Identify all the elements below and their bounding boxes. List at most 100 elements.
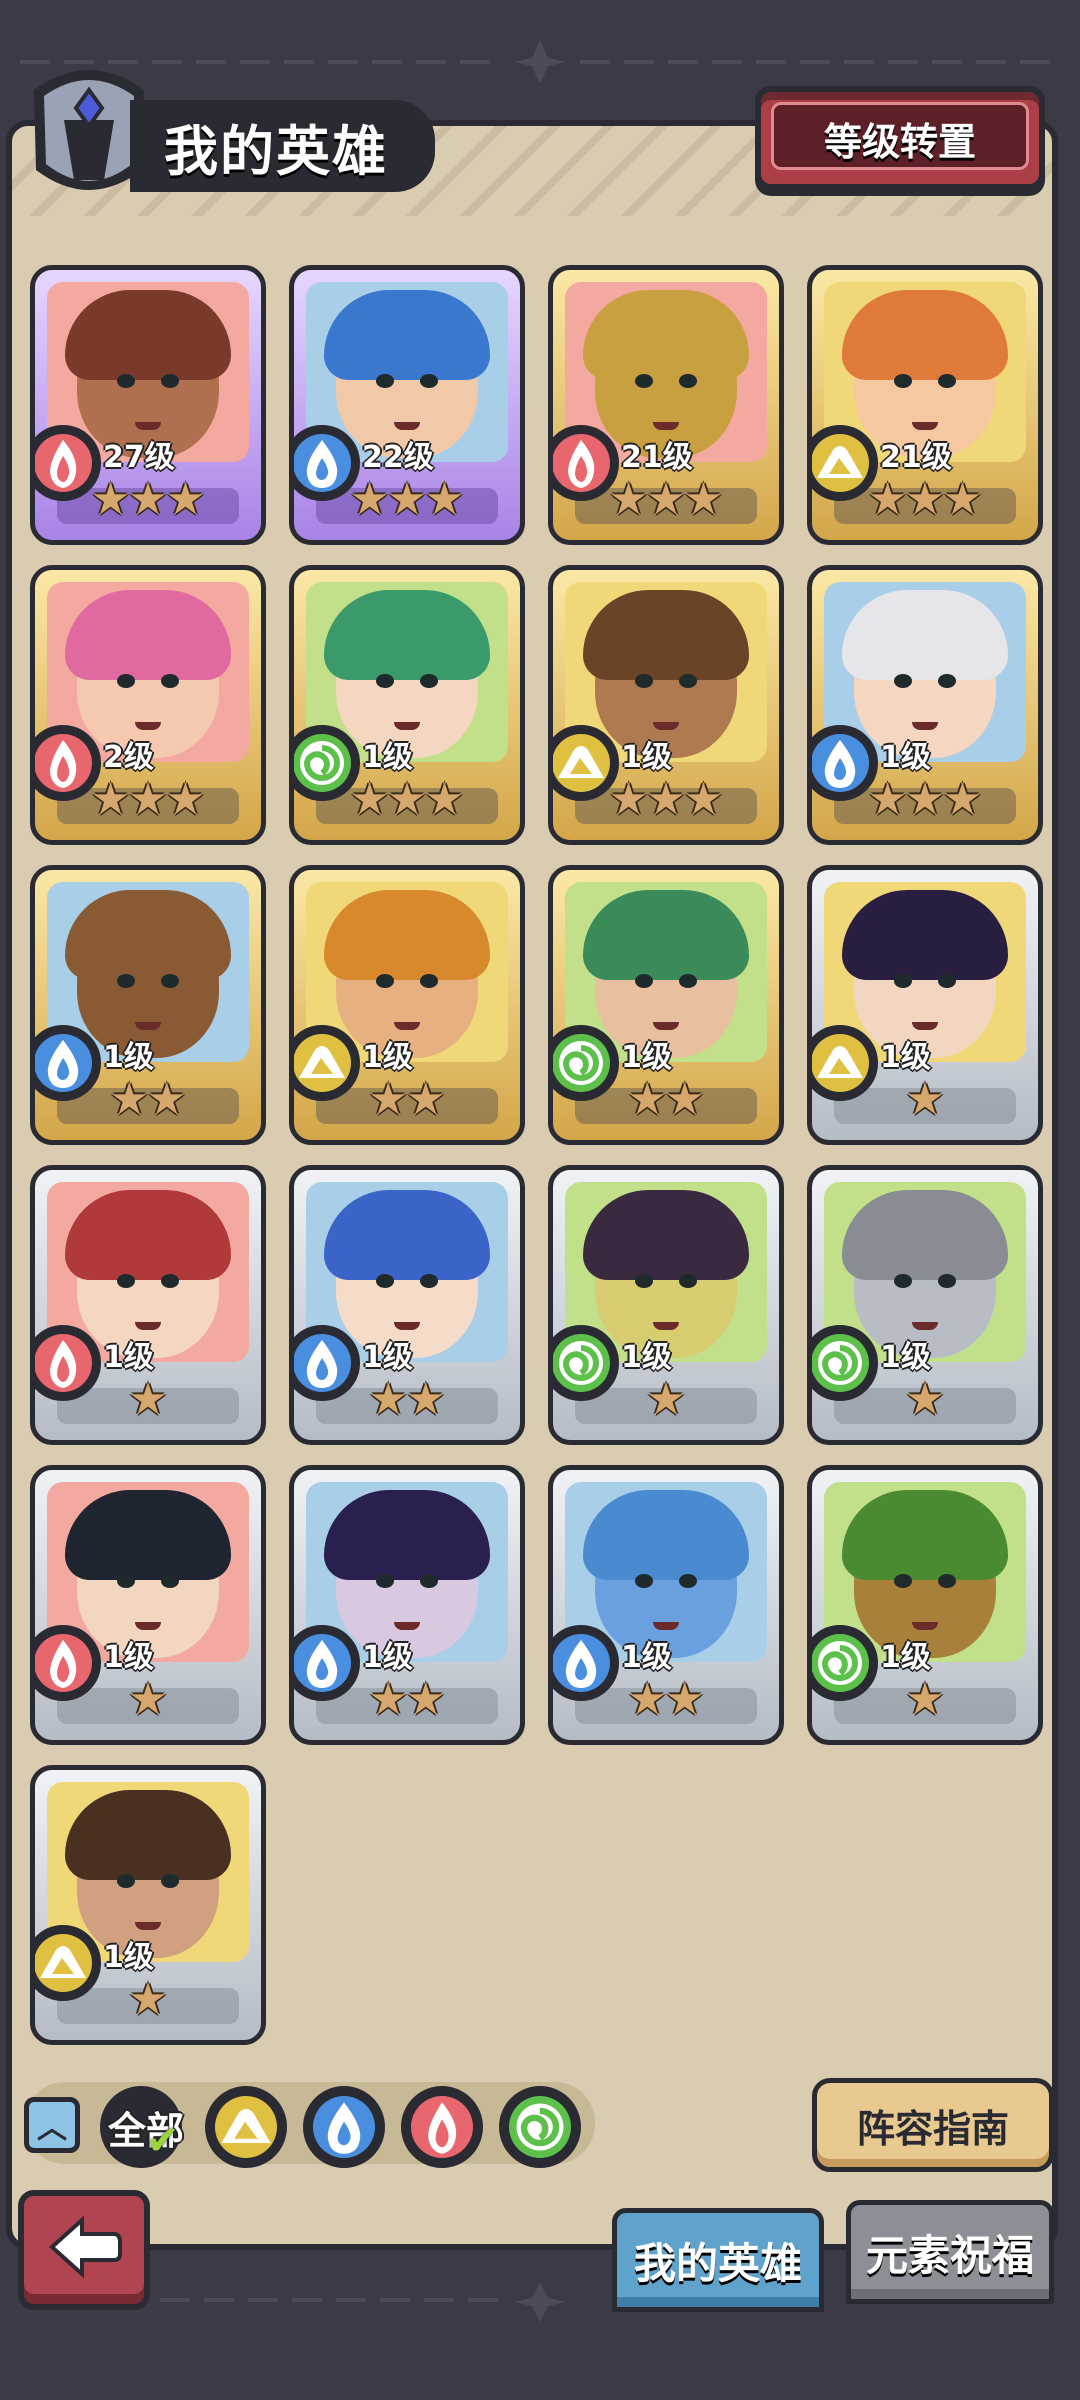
hero-level: 1级 [621,1340,672,1375]
hero-level: 2级 [103,740,154,775]
star-icon: ★ [387,774,427,825]
hero-level: 1级 [362,1340,413,1375]
hero-card[interactable]: ★ ★ ★ 1级 [548,565,784,845]
hero-level: 22级 [362,440,434,475]
hero-level: 1级 [362,740,413,775]
hero-level: 1级 [880,1340,931,1375]
water-element-icon [553,1625,619,1701]
star-icon: ★ [165,474,206,525]
hero-card[interactable]: ★ 1级 [30,1465,266,1745]
hero-card[interactable]: ★ 1级 [548,1165,784,1445]
fire-element-icon [553,425,619,501]
lineup-guide-button[interactable]: 阵容指南 [812,2078,1054,2172]
star-icon: ★ [905,474,945,525]
hero-card[interactable]: ★ ★ ★ 21级 [548,265,784,545]
hero-card[interactable]: ★ ★ 1级 [289,865,525,1145]
star-icon: ★ [349,774,390,825]
star-icon: ★ [646,474,686,525]
fire-element-icon [35,1325,101,1401]
star-icon: ★ [109,1074,149,1125]
star-icon: ★ [424,774,465,825]
earth-element-icon [812,425,878,501]
water-element-icon [294,425,360,501]
filter-fire-chip[interactable] [401,2086,483,2168]
tab-element-blessing-label: 元素祝福 [865,2230,1034,2280]
hero-card[interactable]: ★ 1级 [30,1765,266,2045]
star-icon: ★ [905,1074,945,1125]
bottom-decoration [160,2282,566,2322]
fire-element-icon [411,2096,473,2158]
hero-card[interactable]: ★ 1级 [30,1165,266,1445]
fire-element-icon [35,1625,101,1701]
fire-element-icon [35,425,101,501]
hero-level: 1级 [362,1640,413,1675]
hero-card[interactable]: ★ ★ 1级 [548,865,784,1145]
star-icon: ★ [646,774,686,825]
page-title: 我的英雄 [164,119,388,183]
star-icon: ★ [406,1374,446,1425]
filter-earth-chip[interactable] [205,2086,287,2168]
hero-card[interactable]: ★ ★ 1级 [289,1465,525,1745]
hero-card[interactable]: ★ ★ ★ 22级 [289,265,525,545]
star-icon: ★ [683,474,724,525]
wind-element-icon [812,1325,878,1401]
hero-level: 1级 [880,740,931,775]
hero-level: 27级 [103,440,175,475]
filter-water-chip[interactable] [303,2086,385,2168]
hero-card[interactable]: ★ ★ 1级 [30,865,266,1145]
star-icon: ★ [128,1974,168,2025]
hero-level: 1级 [103,1640,154,1675]
lineup-guide-label: 阵容指南 [856,2106,1009,2151]
star-icon: ★ [867,774,908,825]
fire-element-icon [35,725,101,801]
hero-level: 1级 [621,1040,672,1075]
hero-level: 1级 [880,1040,931,1075]
star-icon: ★ [627,1074,667,1125]
star-icon: ★ [406,1674,446,1725]
hero-level: 1级 [880,1640,931,1675]
star-icon: ★ [665,1674,705,1725]
star-icon: ★ [147,1074,187,1125]
earth-element-icon [294,1025,360,1101]
hero-level: 1级 [103,1340,154,1375]
collapse-button[interactable]: ︿ [24,2097,80,2153]
hero-card[interactable]: ★ ★ ★ 2级 [30,565,266,845]
star-icon: ★ [90,774,131,825]
checkmark-icon: ✔ [146,2118,180,2164]
hero-card[interactable]: ★ ★ ★ 1级 [807,565,1043,845]
star-icon: ★ [368,1674,408,1725]
earth-element-icon [35,1925,101,2001]
hero-card[interactable]: ★ ★ ★ 1级 [289,565,525,845]
star-icon: ★ [90,474,131,525]
page-title-banner: 我的英雄 [130,100,435,192]
wind-element-icon [553,1025,619,1101]
star-icon: ★ [165,774,206,825]
hero-card[interactable]: ★ ★ 1级 [548,1465,784,1745]
star-icon: ★ [867,474,908,525]
star-icon: ★ [905,1374,945,1425]
hero-card[interactable]: ★ ★ ★ 27级 [30,265,266,545]
hero-level: 1级 [621,1640,672,1675]
level-transfer-label: 等级转置 [823,119,976,164]
hero-card[interactable]: ★ ★ 1级 [289,1165,525,1445]
hero-card[interactable]: ★ ★ ★ 21级 [807,265,1043,545]
hero-card[interactable]: ★ 1级 [807,1465,1043,1745]
filter-wind-chip[interactable] [499,2086,581,2168]
hero-card[interactable]: ★ 1级 [807,1165,1043,1445]
star-icon: ★ [905,774,945,825]
water-element-icon [294,1625,360,1701]
star-icon: ★ [349,474,390,525]
hero-level: 1级 [103,1940,154,1975]
hero-level: 21级 [880,440,952,475]
level-transfer-button[interactable]: 等级转置 [755,86,1045,190]
hero-level: 1级 [362,1040,413,1075]
wind-element-icon [509,2096,571,2158]
hero-card[interactable]: ★ 1级 [807,865,1043,1145]
earth-element-icon [215,2096,277,2158]
star-icon: ★ [942,774,983,825]
water-element-icon [812,725,878,801]
hero-level: 1级 [103,1040,154,1075]
star-icon: ★ [387,474,427,525]
water-element-icon [35,1025,101,1101]
star-icon: ★ [627,1674,667,1725]
